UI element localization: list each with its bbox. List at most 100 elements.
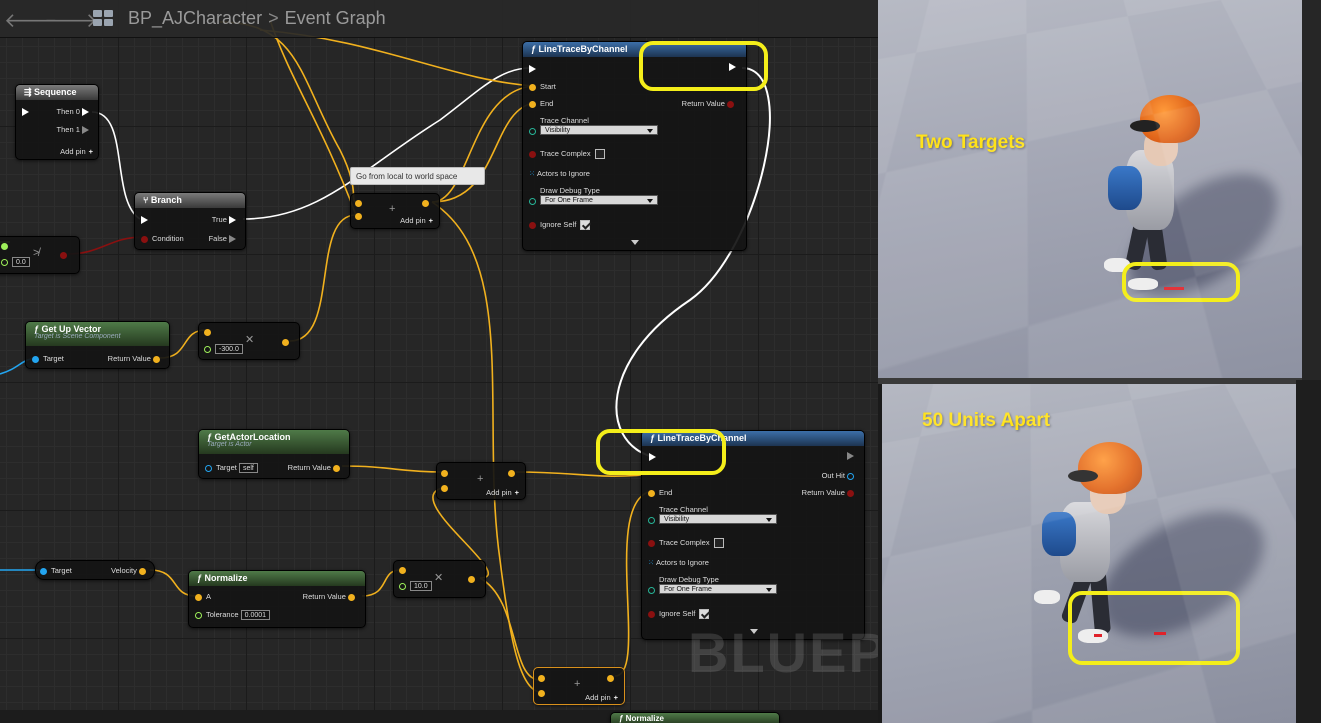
trace1-ignore-self-pin[interactable]: Ignore Self (529, 220, 591, 231)
add-node-3[interactable]: + Add pin + (533, 667, 625, 705)
trace2-channel-pin[interactable]: Trace Channel Visibility (648, 505, 777, 524)
compare-input-a[interactable] (1, 241, 12, 250)
add1-input-b[interactable] (355, 211, 366, 220)
up-vector-target-pin[interactable]: Target (32, 354, 64, 363)
velocity-output-pin[interactable]: Velocity (111, 566, 150, 575)
trace2-debug-pin[interactable]: Draw Debug Type For One Frame (648, 575, 777, 594)
add3-input-a[interactable] (538, 673, 549, 682)
breadcrumb-separator: > (268, 8, 279, 28)
trace1-ignore-self-checkbox[interactable] (580, 220, 591, 231)
add-icon: + (477, 473, 484, 485)
get-actor-location-node[interactable]: ƒ GetActorLocation Target is Actor Target… (198, 429, 350, 479)
normalize-return-pin[interactable]: Return Value (303, 592, 359, 601)
function-icon: ƒ (197, 573, 205, 583)
up-vector-return-pin[interactable]: Return Value (108, 354, 164, 363)
bottom-normalize-node[interactable]: ƒ Normalize (610, 712, 780, 723)
compare-input-b[interactable]: 0.0 (1, 257, 30, 268)
add1-add-pin[interactable]: Add pin + (400, 216, 433, 225)
branch-exec-in[interactable] (141, 215, 152, 225)
normalize-tolerance-pin[interactable]: Tolerance 0.0001 (195, 610, 271, 621)
branch-condition-pin[interactable]: Condition (141, 234, 184, 243)
trace2-end-pin[interactable]: End (648, 488, 672, 497)
multiply1-input-a[interactable] (204, 327, 215, 336)
trace1-debug-dropdown[interactable]: For One Frame (540, 195, 658, 205)
trace1-start-pin[interactable]: Start (529, 82, 556, 91)
add-node-2[interactable]: + Add pin + (436, 462, 526, 500)
trace1-exec-in[interactable] (529, 64, 540, 74)
add3-add-pin[interactable]: Add pin + (585, 693, 618, 702)
trace1-channel-pin[interactable]: Trace Channel Visibility (529, 116, 658, 135)
add3-input-b[interactable] (538, 688, 549, 697)
exec-wire-seq-branch (91, 111, 141, 220)
multiply2-output[interactable] (468, 574, 479, 583)
units-apart-label: 50 Units Apart (922, 410, 1051, 431)
sequence-exec-in[interactable] (22, 107, 33, 117)
branch-node[interactable]: ⑂ Branch True Condition False (134, 192, 246, 250)
function-icon: ƒ (531, 44, 539, 54)
comment-bubble[interactable]: Go from local to world space (350, 167, 485, 185)
velocity-getter-node[interactable]: Target Velocity (35, 560, 155, 580)
sequence-icon: ⇶ (24, 87, 35, 97)
blueprint-graph[interactable]: 🡐 🡒 BP_AJCharacter > Event Graph ⇶ Sequenc… (0, 0, 878, 723)
multiply2-input-b[interactable]: 10.0 (399, 581, 432, 592)
trace2-return-pin[interactable]: Return Value (802, 488, 858, 497)
vector-wire-mul1-add1 (289, 214, 357, 342)
add2-input-a[interactable] (441, 468, 452, 477)
trace1-complex-checkbox[interactable] (594, 149, 605, 160)
trace2-exec-out[interactable] (847, 451, 858, 461)
trace2-complex-checkbox[interactable] (713, 538, 724, 549)
trace1-debug-pin[interactable]: Draw Debug Type For One Frame (529, 186, 658, 205)
trace1-channel-dropdown[interactable]: Visibility (540, 125, 658, 135)
trace2-ignore-self-checkbox[interactable] (699, 609, 710, 620)
add2-output[interactable] (508, 468, 519, 477)
trace2-exec-in[interactable] (649, 452, 660, 462)
multiply-node-2[interactable]: ✕ 10.0 (393, 560, 486, 598)
breadcrumb-root[interactable]: BP_AJCharacter (128, 8, 262, 28)
sequence-then1-pin[interactable]: Then 1 (57, 125, 93, 135)
normalize-node[interactable]: ƒ Normalize A Return Value Tolerance 0.0… (188, 570, 366, 628)
velocity-target-pin[interactable]: Target (40, 566, 72, 575)
get-up-vector-header: ƒ Get Up Vector Target is Scene Component (26, 322, 169, 346)
branch-true-pin[interactable]: True (212, 215, 240, 225)
sequence-node[interactable]: ⇶ Sequence Then 0 Then 1 Add pin + (15, 84, 99, 160)
multiply-node-1[interactable]: ✕ -300.0 (198, 322, 300, 360)
trace1-ignore-actors-pin[interactable]: ⁙ Actors to Ignore (529, 169, 590, 178)
multiply1-output[interactable] (282, 337, 293, 346)
multiply1-input-b[interactable]: -300.0 (204, 344, 243, 355)
multiply-icon: ✕ (245, 334, 255, 346)
multiply2-input-a[interactable] (399, 565, 410, 574)
branch-false-pin[interactable]: False (209, 234, 240, 244)
trace2-channel-dropdown[interactable]: Visibility (659, 514, 777, 524)
sequence-add-pin[interactable]: Add pin + (60, 147, 93, 156)
actor-location-return-pin[interactable]: Return Value (288, 463, 344, 472)
expand-arrow-icon[interactable] (631, 240, 639, 245)
add2-input-b[interactable] (441, 483, 452, 492)
add-node-1[interactable]: + Add pin + (350, 193, 440, 229)
forward-arrow-icon[interactable]: 🡒 (44, 8, 98, 32)
trace2-complex-pin[interactable]: Trace Complex (648, 538, 724, 549)
sequence-title: Sequence (34, 87, 77, 97)
trace1-return-pin[interactable]: Return Value (682, 99, 738, 108)
breadcrumb-current[interactable]: Event Graph (285, 8, 386, 28)
add1-output[interactable] (422, 198, 433, 207)
sequence-then0-pin[interactable]: Then 0 (57, 107, 93, 117)
trace2-debug-dropdown[interactable]: For One Frame (659, 584, 777, 594)
side-panel-edge (1302, 0, 1321, 380)
trace2-outhit-pin[interactable]: Out Hit (822, 471, 858, 480)
add1-input-a[interactable] (355, 198, 366, 207)
compare-output[interactable] (60, 250, 71, 259)
function-icon: ƒ (619, 714, 626, 723)
breadcrumb: BP_AJCharacter > Event Graph (128, 8, 386, 29)
normalize-a-pin[interactable]: A (195, 592, 211, 601)
trace1-exec-out[interactable] (729, 62, 740, 72)
trace1-complex-pin[interactable]: Trace Complex (529, 149, 605, 160)
compare-node[interactable]: 0.0 ≯ (0, 236, 80, 274)
add2-add-pin[interactable]: Add pin + (486, 488, 519, 497)
get-up-vector-node[interactable]: ƒ Get Up Vector Target is Scene Component… (25, 321, 170, 369)
actor-location-target-pin[interactable]: Target self (205, 463, 258, 474)
trace1-end-pin[interactable]: End (529, 99, 553, 108)
add3-output[interactable] (607, 673, 618, 682)
vector-wire-loc-add2 (341, 465, 443, 473)
trace2-ignore-actors-pin[interactable]: ⁙ Actors to Ignore (648, 558, 709, 567)
trace2-ignore-self-pin[interactable]: Ignore Self (648, 609, 710, 620)
